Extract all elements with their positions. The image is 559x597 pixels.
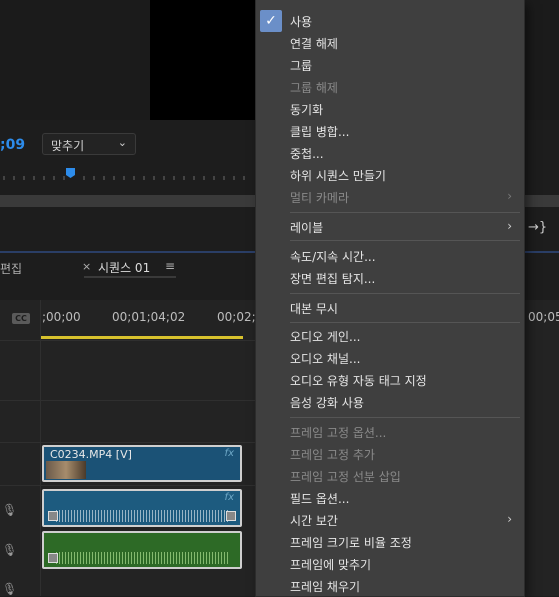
- fit-zoom-value: 맞추기: [51, 139, 85, 153]
- audio-waveform: [56, 510, 228, 522]
- context-menu: ✓ 사용 연결 해제 그룹 그룹 해제 동기화 클립 병합... 중첩... 하…: [256, 0, 524, 596]
- clip-name: C0234.MP4 [V]: [50, 448, 132, 461]
- keyframe-handle[interactable]: [48, 511, 58, 521]
- menu-item-audio-gain[interactable]: 오디오 게인...: [256, 325, 524, 347]
- tab-sequence[interactable]: 시퀀스 01: [98, 259, 150, 276]
- menu-separator: [290, 293, 520, 294]
- ruler-label: 00;01;04;02: [112, 310, 186, 324]
- menu-item-scale-to-frame-size[interactable]: 프레임 크기로 비율 조정: [256, 531, 524, 553]
- chevron-right-icon: ›: [507, 219, 512, 233]
- microphone-icon[interactable]: 🎙: [2, 503, 17, 517]
- track-divider: [0, 485, 256, 486]
- menu-item-enhance-speech[interactable]: 음성 강화 사용: [256, 391, 524, 413]
- menu-separator: [290, 417, 520, 418]
- menu-item-enable[interactable]: 사용: [256, 10, 524, 32]
- close-icon[interactable]: ×: [82, 260, 91, 273]
- menu-item-speed-duration[interactable]: 속도/지속 시간...: [256, 245, 524, 267]
- fx-badge: fx: [224, 492, 234, 503]
- track-divider: [0, 340, 256, 341]
- microphone-icon[interactable]: 🎙: [2, 582, 17, 596]
- menu-item-set-to-frame-size[interactable]: 프레임에 맞추기: [256, 553, 524, 575]
- menu-item-multi-camera[interactable]: 멀티 카메라 ›: [256, 186, 524, 208]
- program-monitor-video: [150, 0, 256, 120]
- monitor-time-ruler[interactable]: [0, 168, 256, 190]
- menu-item-nest[interactable]: 중첩...: [256, 142, 524, 164]
- microphone-icon[interactable]: 🎙: [2, 543, 17, 557]
- menu-item-make-subsequence[interactable]: 하위 시퀀스 만들기: [256, 164, 524, 186]
- ruler-label-right: 00;05;: [528, 310, 559, 324]
- video-clip[interactable]: C0234.MP4 [V] fx: [42, 445, 242, 482]
- audio-clip-a2[interactable]: [42, 531, 242, 569]
- menu-item-synchronize[interactable]: 동기화: [256, 98, 524, 120]
- panel-menu-icon[interactable]: ≡: [165, 259, 175, 273]
- audio-waveform: [56, 552, 228, 564]
- clip-thumbnail: [46, 461, 86, 479]
- menu-item-unlink[interactable]: 연결 해제: [256, 32, 524, 54]
- track-divider: [0, 400, 256, 401]
- keyframe-handle[interactable]: [226, 511, 236, 521]
- fit-zoom-dropdown[interactable]: 맞추기 ⌄: [42, 133, 136, 155]
- track-header-divider: [40, 300, 41, 596]
- menu-item-audio-channels[interactable]: 오디오 채널...: [256, 347, 524, 369]
- menu-item-auto-tag-audio-type[interactable]: 오디오 유형 자동 태그 지정: [256, 369, 524, 391]
- chevron-right-icon: ›: [507, 512, 512, 526]
- menu-item-fill-frame[interactable]: 프레임 채우기: [256, 575, 524, 597]
- menu-item-label[interactable]: 레이블 ›: [256, 216, 524, 238]
- track-divider: [0, 442, 256, 443]
- work-area-bar[interactable]: [41, 336, 243, 339]
- audio-clip-a1[interactable]: fx: [42, 489, 242, 527]
- ruler-label: ;00;00: [42, 310, 81, 324]
- menu-item-frame-hold-options[interactable]: 프레임 고정 옵션...: [256, 421, 524, 443]
- menu-item-time-interpolation[interactable]: 시간 보간 ›: [256, 509, 524, 531]
- menu-item-insert-frame-hold-segment[interactable]: 프레임 고정 선분 삽입: [256, 465, 524, 487]
- playhead-timecode[interactable]: ;09: [0, 137, 25, 153]
- menu-item-merge-clips[interactable]: 클립 병합...: [256, 120, 524, 142]
- snap-icon[interactable]: CC: [12, 313, 30, 324]
- keyframe-handle[interactable]: [48, 553, 58, 563]
- menu-item-add-frame-hold[interactable]: 프레임 고정 추가: [256, 443, 524, 465]
- menu-separator: [290, 212, 520, 213]
- export-frame-icon[interactable]: →}: [528, 220, 547, 235]
- menu-separator: [290, 240, 520, 241]
- tab-sequence-underline: [84, 276, 176, 278]
- chevron-down-icon: ⌄: [117, 136, 127, 149]
- menu-item-field-options[interactable]: 필드 옵션...: [256, 487, 524, 509]
- menu-item-group[interactable]: 그룹: [256, 54, 524, 76]
- fx-badge: fx: [224, 448, 234, 459]
- menu-separator: [290, 322, 520, 323]
- menu-item-ungroup[interactable]: 그룹 해제: [256, 76, 524, 98]
- chevron-right-icon: ›: [507, 189, 512, 203]
- menu-item-scene-edit-detection[interactable]: 장면 편집 탐지...: [256, 267, 524, 289]
- menu-item-ignore-transcript[interactable]: 대본 무시: [256, 297, 524, 319]
- tab-previous-panel[interactable]: 편집: [0, 260, 22, 277]
